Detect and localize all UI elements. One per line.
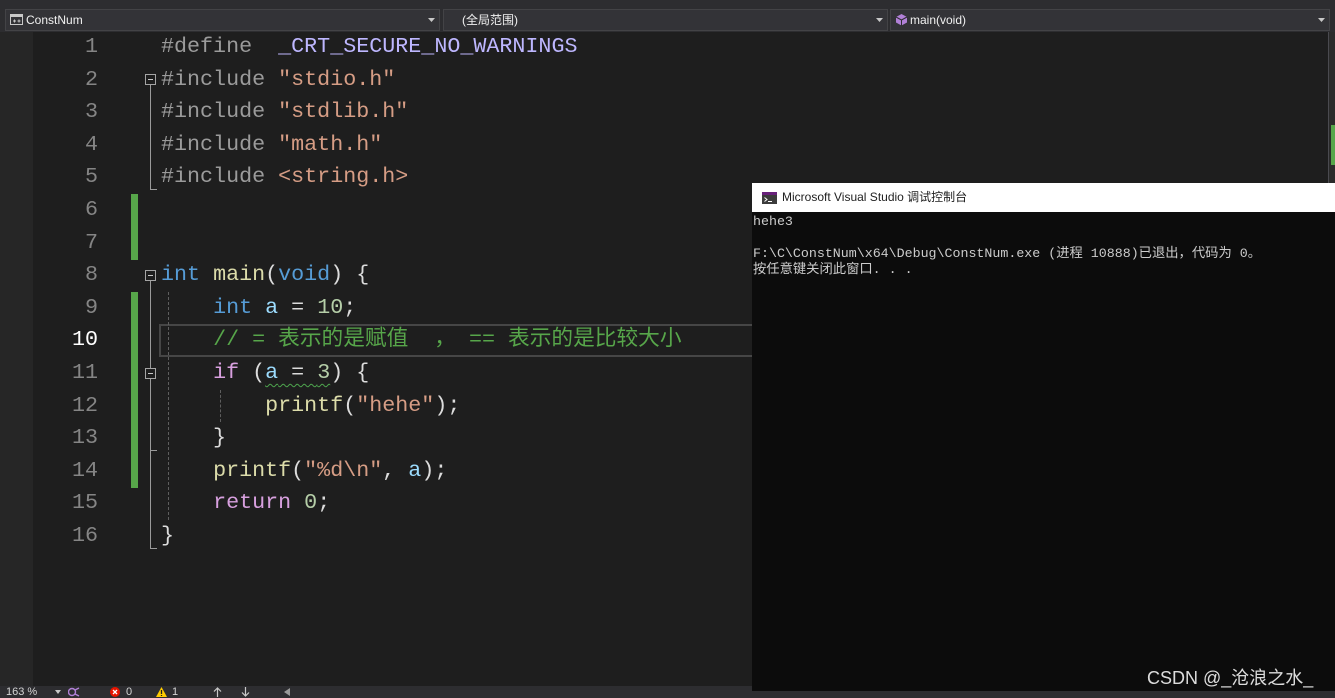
fold-region-line (150, 373, 151, 451)
next-issue-button[interactable] (241, 687, 250, 698)
console-output[interactable]: hehe3 F:\C\ConstNum\x64\Debug\ConstNum.ex… (752, 212, 1335, 691)
previous-issue-button[interactable] (213, 687, 222, 698)
console-output-line: 按任意键关闭此窗口. . . (753, 262, 913, 277)
debug-console-window[interactable]: Microsoft Visual Studio 调试控制台 hehe3 F:\C\… (752, 183, 1335, 691)
console-title: Microsoft Visual Studio 调试控制台 (782, 190, 968, 204)
arrow-down-icon (241, 687, 250, 697)
minus-icon (148, 372, 153, 374)
scrollbar-change-marker (1331, 125, 1335, 165)
zoom-dropdown[interactable]: 163 % (6, 686, 66, 698)
minus-icon (148, 79, 153, 81)
error-icon (110, 687, 120, 697)
arrow-up-icon (213, 687, 222, 697)
warning-icon (156, 687, 167, 697)
chevron-down-icon (876, 18, 883, 22)
error-count: 0 (126, 686, 133, 698)
chevron-down-icon (428, 18, 435, 22)
warning-count-indicator[interactable]: 1 (156, 686, 186, 698)
console-output-line: hehe3 (753, 214, 793, 229)
console-title-bar[interactable]: Microsoft Visual Studio 调试控制台 (752, 183, 1335, 212)
fold-collapse-button[interactable] (145, 270, 156, 281)
chevron-down-icon (1318, 18, 1325, 22)
navigation-bar: ConstNum (全局范围) main(void) (0, 0, 1335, 32)
triangle-left-icon (284, 688, 290, 696)
minus-icon (148, 275, 153, 276)
cpp-project-icon (10, 14, 23, 25)
member-dropdown[interactable]: main(void) (890, 9, 1330, 31)
console-output-line: F:\C\ConstNum\x64\Debug\ConstNum.exe (进程… (753, 246, 1262, 261)
scope-dropdown-label: (全局范围) (462, 13, 518, 27)
fold-region-line (150, 79, 151, 190)
chevron-down-icon (55, 690, 61, 694)
scroll-left-button[interactable] (284, 688, 290, 698)
error-count-indicator[interactable]: 0 (110, 686, 140, 698)
project-dropdown[interactable]: ConstNum (5, 9, 440, 31)
warning-count: 1 (172, 686, 179, 698)
fold-region-end (150, 548, 157, 549)
scope-dropdown[interactable]: (全局范围) (443, 9, 888, 31)
code-cleanup-icon[interactable] (68, 687, 80, 698)
zoom-level: 163 % (6, 686, 38, 698)
fold-collapse-button[interactable] (145, 367, 156, 379)
csdn-watermark: CSDN @_沧浪之水_ (1147, 668, 1314, 688)
project-dropdown-label: ConstNum (26, 13, 83, 27)
fold-collapse-button[interactable] (145, 74, 156, 86)
fold-region-end (150, 189, 157, 191)
member-dropdown-label: main(void) (910, 13, 967, 27)
method-cube-icon (895, 14, 908, 26)
fold-region-end (150, 450, 157, 452)
console-app-icon (762, 192, 777, 204)
